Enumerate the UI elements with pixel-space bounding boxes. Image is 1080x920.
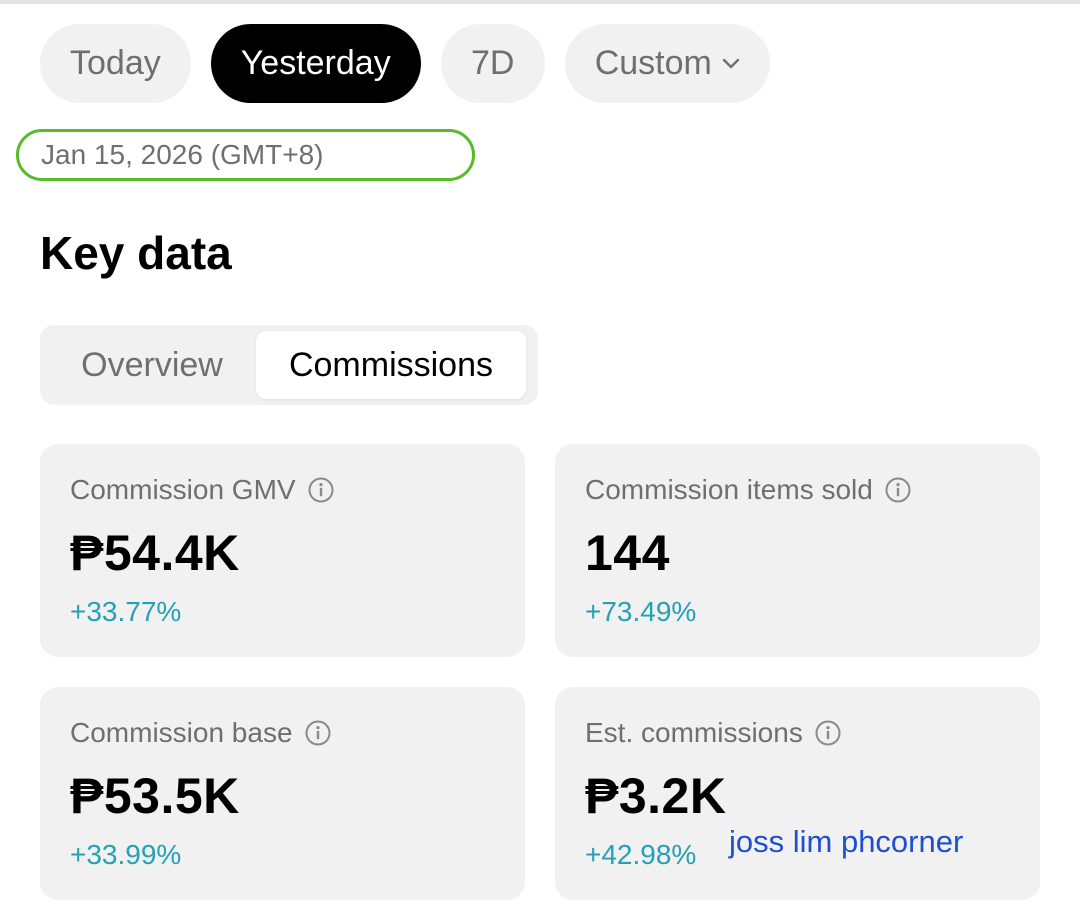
tab-overview[interactable]: Overview	[40, 331, 256, 399]
metric-label-row: Commission base	[70, 717, 331, 749]
metric-label: Commission items sold	[585, 474, 873, 505]
metric-label-row: Est. commissions	[585, 717, 841, 749]
period-tab-yesterday[interactable]: Yesterday	[210, 24, 421, 103]
metric-card-commission-base[interactable]: Commission base ₱53.5K +33.99%	[40, 687, 525, 900]
period-tab-7d[interactable]: 7D	[440, 24, 545, 103]
period-tab-today[interactable]: Today	[40, 24, 191, 103]
top-divider	[0, 0, 1080, 4]
period-tab-custom[interactable]: Custom	[564, 24, 770, 103]
section-title: Key data	[40, 227, 232, 279]
period-selector: Today Yesterday 7D Custom	[40, 24, 770, 103]
info-icon[interactable]	[308, 477, 334, 503]
info-icon[interactable]	[885, 477, 911, 503]
metric-label-row: Commission GMV	[70, 474, 334, 506]
metric-value: ₱53.5K	[70, 768, 240, 824]
tab-label: Commissions	[288, 345, 494, 384]
tab-label: Overview	[81, 345, 223, 384]
metric-change: +33.77%	[70, 596, 182, 627]
period-tab-label: Today	[70, 44, 161, 82]
metric-card-commission-gmv[interactable]: Commission GMV ₱54.4K +33.77%	[40, 444, 525, 657]
period-tab-label: Custom	[594, 44, 712, 82]
view-tab-switcher: Overview Commissions	[40, 325, 538, 405]
metric-label: Commission GMV	[70, 474, 296, 505]
info-icon[interactable]	[305, 720, 331, 746]
period-tab-label: 7D	[470, 44, 515, 82]
chevron-down-icon	[722, 58, 740, 70]
metric-change: +33.99%	[70, 839, 182, 870]
metric-value: 144	[585, 525, 670, 581]
metric-card-commission-items-sold[interactable]: Commission items sold 144 +73.49%	[555, 444, 1040, 657]
metric-change: +42.98%	[585, 839, 697, 870]
metric-label: Commission base	[70, 717, 293, 748]
date-range-text: Jan 15, 2026 (GMT+8)	[41, 139, 324, 170]
metric-value: ₱54.4K	[70, 525, 240, 581]
metric-card-est-commissions[interactable]: Est. commissions ₱3.2K +42.98%	[555, 687, 1040, 900]
period-tab-label: Yesterday	[240, 44, 391, 82]
metric-label-row: Commission items sold	[585, 474, 911, 506]
metric-change: +73.49%	[585, 596, 697, 627]
metric-label: Est. commissions	[585, 717, 803, 748]
tab-commissions[interactable]: Commissions	[256, 331, 526, 399]
date-range-label: Jan 15, 2026 (GMT+8)	[16, 129, 475, 181]
watermark-text: joss lim phcorner	[729, 824, 964, 859]
info-icon[interactable]	[815, 720, 841, 746]
metric-value: ₱3.2K	[585, 768, 727, 824]
